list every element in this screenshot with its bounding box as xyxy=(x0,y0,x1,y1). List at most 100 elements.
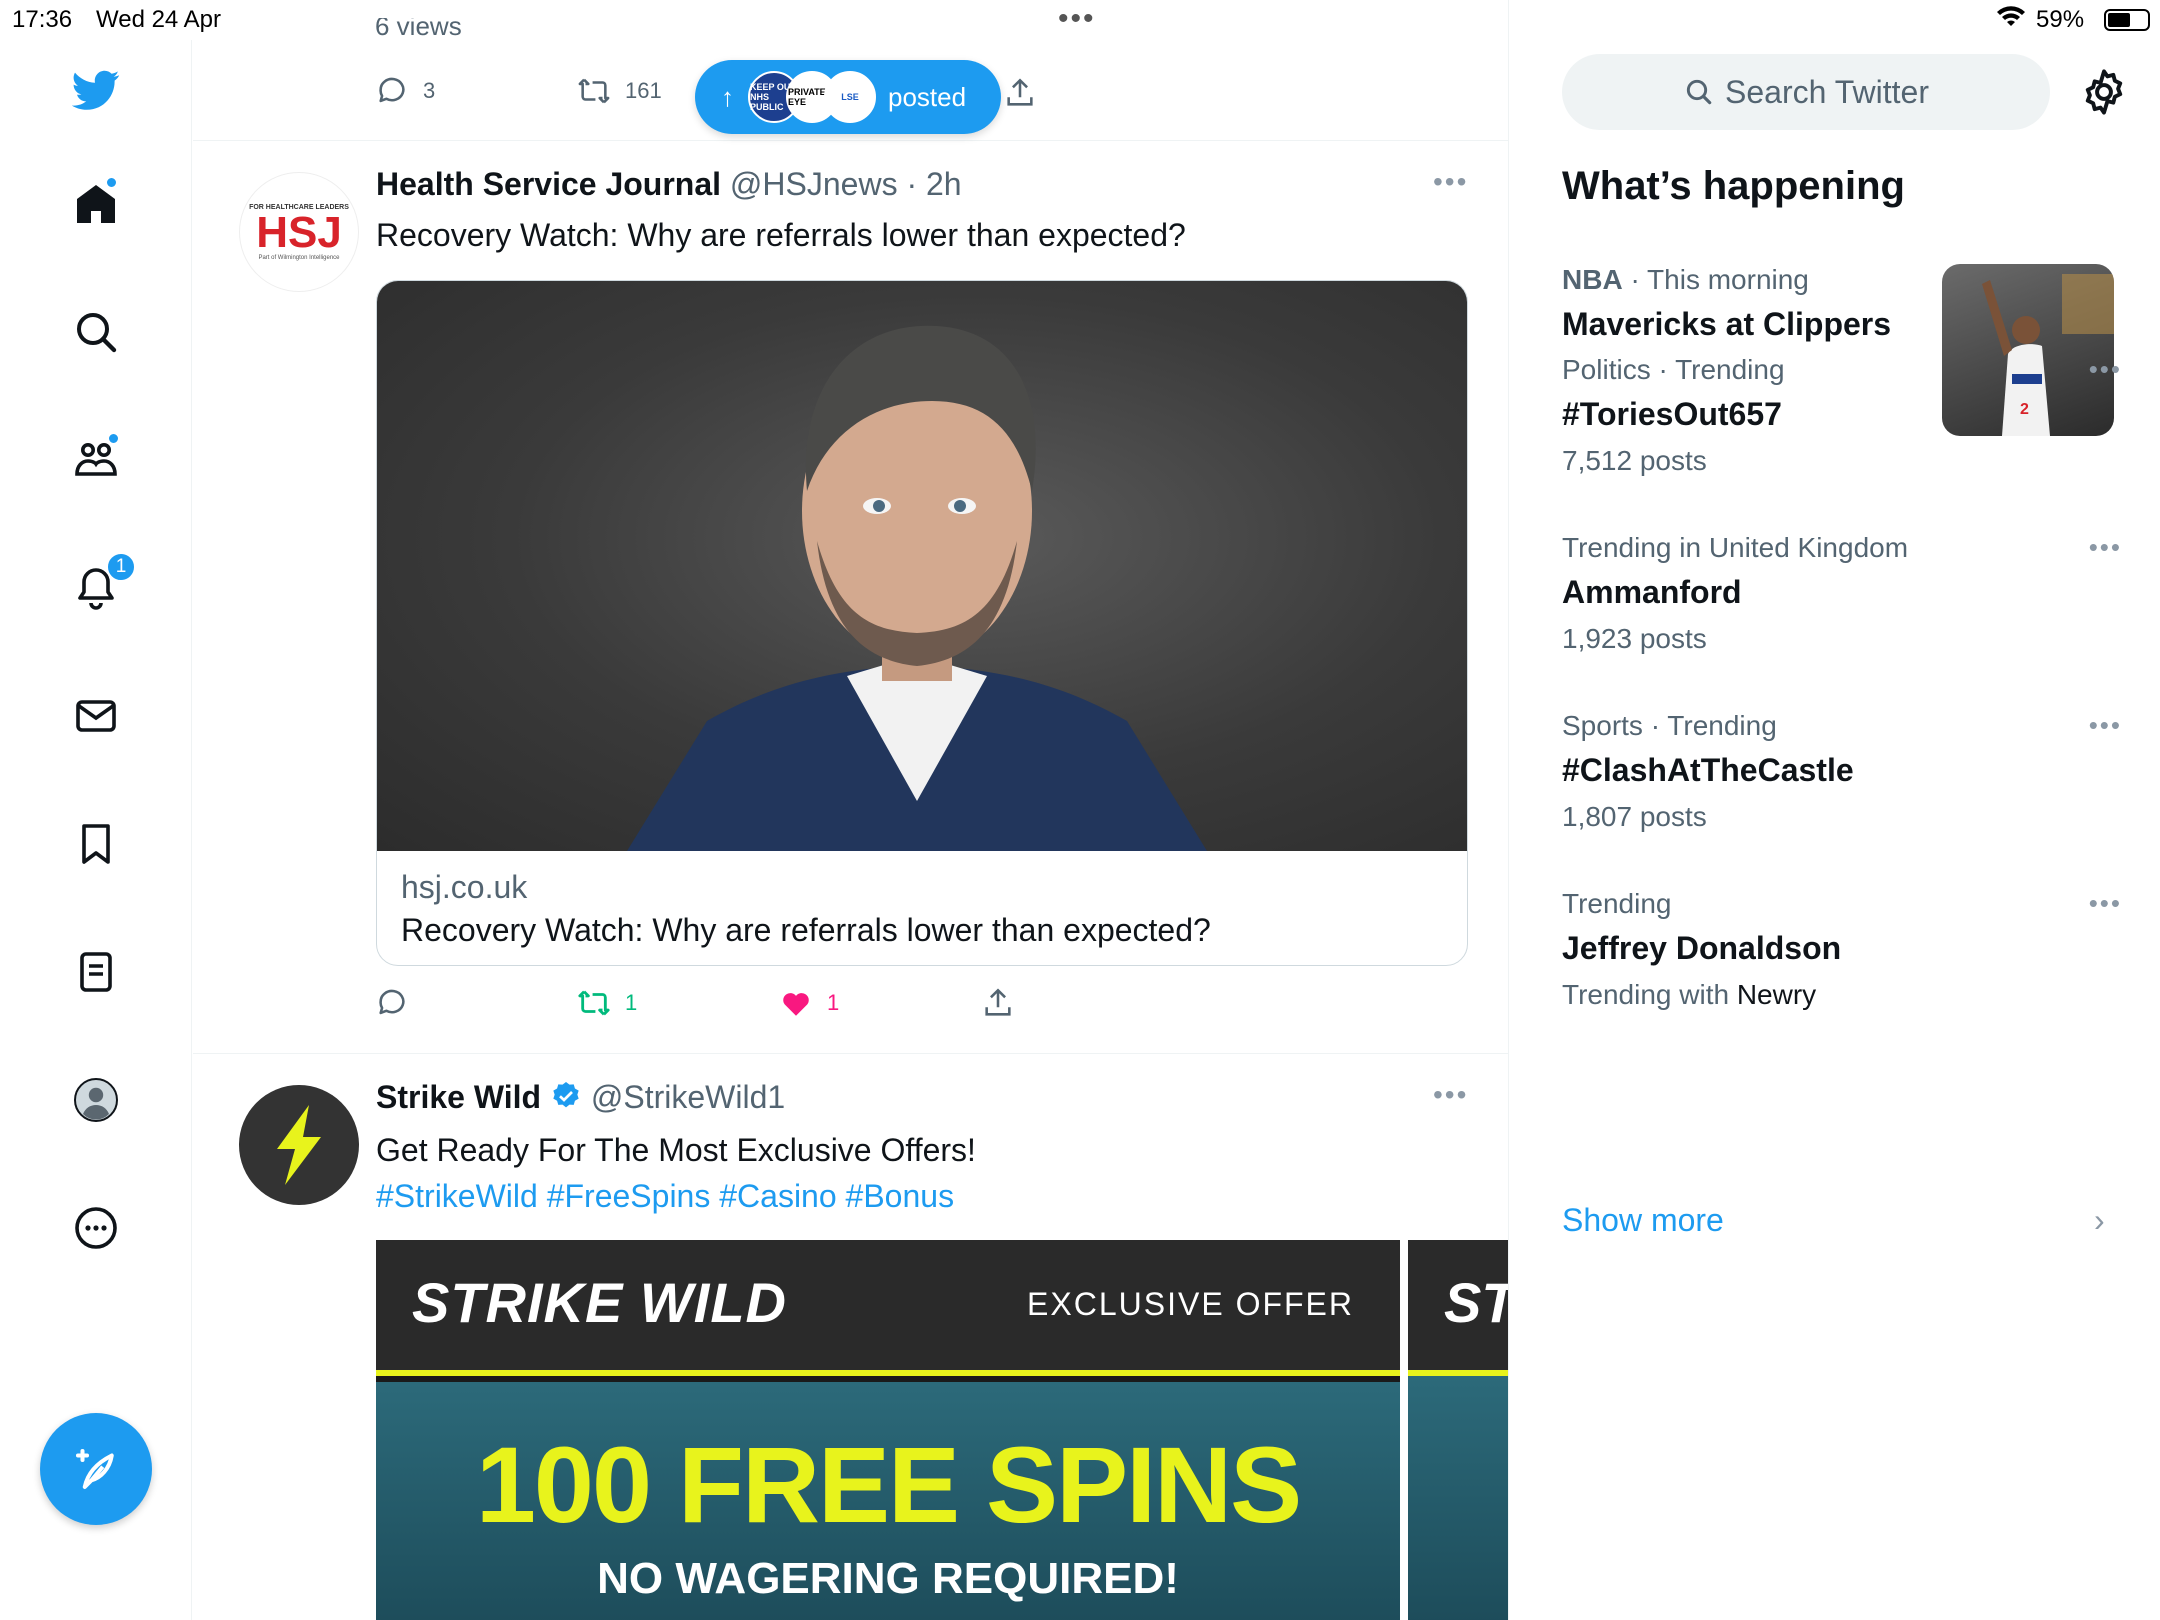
reply-button[interactable] xyxy=(375,986,423,1020)
trend-count: 1,923 posts xyxy=(1562,623,1707,654)
view-count: 6 views xyxy=(375,18,462,41)
promo-body: 100 FREE SPINS NO WAGERING REQUIRED! xyxy=(376,1382,1400,1620)
compose-tweet-button[interactable] xyxy=(40,1413,152,1525)
link-card[interactable]: hsj.co.uk Recovery Watch: Why are referr… xyxy=(376,280,1468,966)
trend-context: Trending xyxy=(1562,888,1672,919)
whats-happening-title: What’s happening xyxy=(1562,164,1905,208)
promo-image[interactable]: STRIKE WILD EXCLUSIVE OFFER 100 FREE SPI… xyxy=(376,1240,1400,1620)
heart-icon xyxy=(783,993,809,1016)
search-input[interactable]: Search Twitter xyxy=(1562,54,2050,130)
trend-context-time: · This morning xyxy=(1622,264,1809,295)
settings-gear-icon[interactable] xyxy=(2078,66,2130,118)
trend-count: Trending with Newry xyxy=(1562,979,2122,1011)
sidebar-nav: 1 xyxy=(0,40,192,1620)
trend-more-icon[interactable]: ••• xyxy=(2089,354,2122,385)
search-icon[interactable] xyxy=(66,302,126,362)
tweet-more-icon[interactable]: ••• xyxy=(1433,1079,1468,1111)
promo-offer-label: EXCLUSIVE OFFER xyxy=(1027,1286,1354,1322)
retweet-button-active[interactable]: 1 xyxy=(577,986,637,1020)
chevron-right-icon[interactable]: › xyxy=(2094,1202,2105,1239)
trend-title: #ToriesOut657 xyxy=(1562,396,1782,432)
author-handle[interactable]: @StrikeWild1 xyxy=(591,1079,785,1115)
twitter-logo-icon[interactable] xyxy=(66,60,126,120)
retweet-button[interactable]: 161 xyxy=(577,74,662,108)
promo-header: ST xyxy=(1408,1240,1509,1376)
share-icon xyxy=(985,988,1011,1016)
trend-item[interactable]: Trending Jeffrey Donaldson Trending with… xyxy=(1562,888,2122,1011)
battery-icon xyxy=(2104,9,2150,31)
card-image xyxy=(377,281,1467,851)
tweet-header: Health Service Journal @HSJnews · 2h xyxy=(376,166,962,203)
tweet-more-icon[interactable]: ••• xyxy=(1433,166,1468,198)
reply-icon xyxy=(379,77,405,103)
share-icon[interactable] xyxy=(1003,76,1051,110)
trend-more-icon[interactable]: ••• xyxy=(2089,710,2122,741)
search-icon xyxy=(1686,79,1712,105)
communities-icon[interactable] xyxy=(66,430,126,490)
like-button-active[interactable]: 1 xyxy=(779,986,839,1020)
profile-avatar-icon[interactable] xyxy=(66,1070,126,1130)
trend-count: 7,512 posts xyxy=(1562,445,1707,476)
trend-title: Ammanford xyxy=(1562,574,1742,610)
promo-header: STRIKE WILD EXCLUSIVE OFFER xyxy=(376,1240,1400,1376)
trend-item[interactable]: Sports · Trending #ClashAtTheCastle 1,80… xyxy=(1562,710,2122,833)
trend-count: 1,807 posts xyxy=(1562,801,1707,832)
messages-envelope-icon[interactable] xyxy=(66,686,126,746)
author-name[interactable]: Health Service Journal xyxy=(376,166,721,202)
reply-count: 3 xyxy=(423,78,436,103)
promo-body xyxy=(1408,1376,1508,1620)
feather-plus-icon xyxy=(75,1448,114,1490)
search-placeholder: Search Twitter xyxy=(1725,73,1929,110)
card-meta: hsj.co.uk Recovery Watch: Why are referr… xyxy=(377,851,1467,965)
new-posts-pill[interactable]: ↑ KEEP OUR NHS PUBLIC PRIVATE EYE LSE po… xyxy=(695,60,1001,134)
battery-percent: 59% xyxy=(2036,6,2085,33)
share-button[interactable] xyxy=(981,986,1029,1020)
card-domain: hsj.co.uk xyxy=(401,869,528,905)
promo-subline: NO WAGERING REQUIRED! xyxy=(597,1554,1179,1603)
bookmarks-icon[interactable] xyxy=(66,814,126,874)
arrow-up-icon: ↑ xyxy=(721,81,734,112)
author-name[interactable]: Strike Wild xyxy=(376,1079,541,1115)
card-title: Recovery Watch: Why are referrals lower … xyxy=(401,912,1211,948)
portrait-photo xyxy=(627,325,1207,851)
lists-icon[interactable] xyxy=(66,942,126,1002)
posted-avatar: LSE xyxy=(824,71,876,123)
promo-logo: STRIKE WILD xyxy=(412,1271,787,1334)
hsj-avatar[interactable]: FOR HEALTHCARE LEADERS HSJ Part of Wilmi… xyxy=(239,172,359,292)
promo-logo: ST xyxy=(1444,1271,1509,1334)
tweet-text: Get Ready For The Most Exclusive Offers!… xyxy=(376,1127,976,1219)
notifications-bell-icon[interactable]: 1 xyxy=(66,552,136,618)
posted-label: posted xyxy=(888,81,967,112)
trend-title: Jeffrey Donaldson xyxy=(1562,930,1842,966)
tweet-text-line: Get Ready For The Most Exclusive Offers! xyxy=(376,1132,976,1168)
trend-context: Sports · Trending xyxy=(1562,710,1777,741)
tweet-time[interactable]: 2h xyxy=(926,166,962,202)
author-handle[interactable]: @HSJnews xyxy=(730,166,898,202)
more-options-icon[interactable] xyxy=(66,1198,126,1258)
lightning-bolt-icon xyxy=(277,1105,321,1185)
retweet-count: 161 xyxy=(625,78,662,103)
promo-image-second[interactable]: ST xyxy=(1408,1240,1509,1620)
communities-unread-dot xyxy=(107,432,120,445)
timeline-feed[interactable]: 6 views 3 161 ↑ KEEP OUR NHS PUBLIC PRIV… xyxy=(193,0,1509,1620)
trend-item[interactable]: Politics · Trending #ToriesOut657 7,512 … xyxy=(1562,354,2122,477)
reply-icon xyxy=(379,989,405,1015)
like-count: 1 xyxy=(827,990,840,1015)
notifications-count-badge: 1 xyxy=(106,552,136,582)
tweet-hashtags[interactable]: #StrikeWild #FreeSpins #Casino #Bonus xyxy=(376,1173,976,1219)
trend-more-icon[interactable]: ••• xyxy=(2089,888,2122,919)
trend-item[interactable]: Trending in United Kingdom Ammanford 1,9… xyxy=(1562,532,2122,655)
trend-more-icon[interactable]: ••• xyxy=(2089,532,2122,563)
show-more-link[interactable]: Show more xyxy=(1562,1202,1724,1239)
trend-count-prefix: Trending with xyxy=(1562,979,1737,1010)
strikewild-avatar[interactable] xyxy=(239,1085,359,1205)
avatar-subline: Part of Wilmington Intelligence xyxy=(258,254,340,261)
home-icon[interactable] xyxy=(66,174,126,234)
right-sidebar: Search Twitter What’s happening NBA · Th… xyxy=(1510,40,2160,1620)
reply-button[interactable]: 3 xyxy=(375,74,435,108)
tweet[interactable]: FOR HEALTHCARE LEADERS HSJ Part of Wilmi… xyxy=(193,142,1508,1054)
promo-headline: 100 FREE SPINS xyxy=(475,1424,1302,1545)
status-time: 17:36 xyxy=(12,6,73,33)
trend-related-term[interactable]: Newry xyxy=(1737,979,1816,1010)
tweet-text: Recovery Watch: Why are referrals lower … xyxy=(376,217,1186,253)
